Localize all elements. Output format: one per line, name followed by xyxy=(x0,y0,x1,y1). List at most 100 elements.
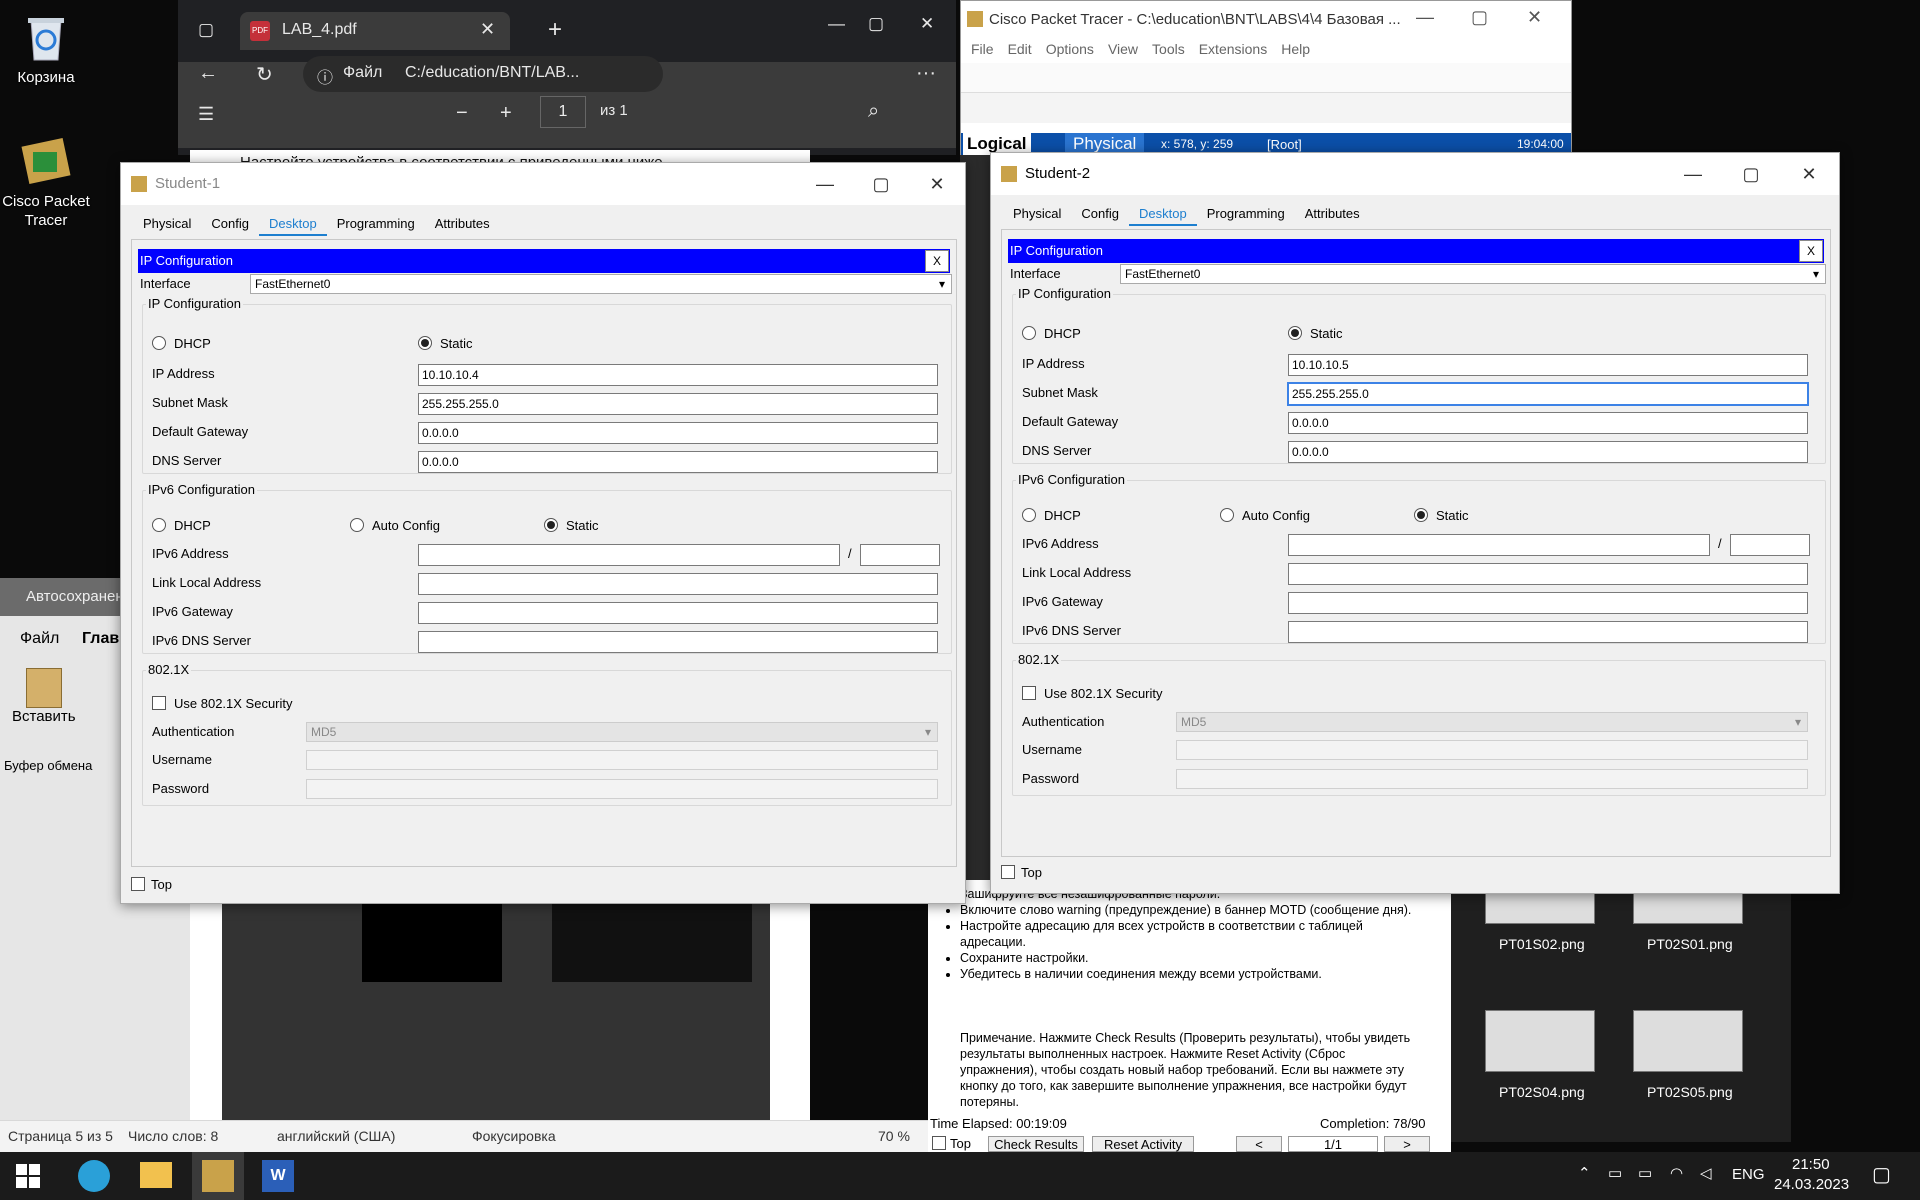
page-number-input[interactable]: 1 xyxy=(540,96,586,128)
subnet-mask-field[interactable]: 255.255.255.0 xyxy=(1287,382,1809,406)
chevron-up-icon[interactable]: ⌃ xyxy=(1578,1164,1591,1182)
close-icon[interactable]: ✕ xyxy=(917,171,957,197)
maximize-icon[interactable]: ▢ xyxy=(1471,7,1488,28)
pt-menu-item[interactable]: Help xyxy=(1281,41,1310,57)
username-field[interactable] xyxy=(1176,740,1808,760)
pdf-tab[interactable]: PDF LAB_4.pdf ✕ xyxy=(240,12,510,50)
clock-time[interactable]: 21:50 xyxy=(1792,1156,1830,1173)
tab-programming[interactable]: Programming xyxy=(327,213,425,234)
dns-server-field[interactable]: 0.0.0.0 xyxy=(1288,441,1808,463)
minimize-icon[interactable]: — xyxy=(1673,161,1713,187)
maximize-icon[interactable]: ▢ xyxy=(861,171,901,197)
ipv4-static-radio[interactable] xyxy=(418,336,432,350)
prev-page-button[interactable]: < xyxy=(1236,1136,1282,1152)
minimize-icon[interactable]: — xyxy=(805,171,845,197)
use-8021x-checkbox[interactable] xyxy=(152,696,166,710)
word-icon[interactable]: W xyxy=(262,1160,294,1192)
volume-icon[interactable]: ◁ xyxy=(1700,1164,1712,1182)
new-tab-icon[interactable]: + xyxy=(548,16,562,44)
default-gateway-field[interactable]: 0.0.0.0 xyxy=(418,422,938,444)
file-name[interactable]: PT02S04.png xyxy=(1499,1084,1585,1100)
top-checkbox[interactable] xyxy=(932,1136,946,1150)
address-bar[interactable]: ⓘ Файл C:/education/BNT/LAB... xyxy=(303,56,663,92)
ip-address-field[interactable]: 10.10.10.4 xyxy=(418,364,938,386)
ipv4-dhcp-radio[interactable] xyxy=(152,336,166,350)
wifi-icon[interactable]: ◠ xyxy=(1670,1164,1683,1182)
refresh-icon[interactable]: ↻ xyxy=(256,62,273,87)
authentication-select[interactable]: MD5 ▾ xyxy=(1176,712,1808,732)
authentication-select[interactable]: MD5 ▾ xyxy=(306,722,938,742)
word-menu-home[interactable]: Глав xyxy=(82,630,119,648)
tab-close-icon[interactable]: ✕ xyxy=(480,19,495,40)
link-local-field[interactable] xyxy=(1288,563,1808,585)
check-results-button[interactable]: Check Results xyxy=(988,1136,1084,1152)
packet-tracer-taskbar-button[interactable] xyxy=(192,1152,244,1200)
toc-icon[interactable]: ☰ xyxy=(198,104,214,125)
ipv6-dhcp-radio[interactable] xyxy=(1022,508,1036,522)
file-name[interactable]: PT02S05.png xyxy=(1647,1084,1733,1100)
ipv6-static-radio[interactable] xyxy=(1414,508,1428,522)
pt-menu-item[interactable]: Options xyxy=(1046,41,1094,57)
use-8021x-checkbox[interactable] xyxy=(1022,686,1036,700)
subnet-mask-field[interactable]: 255.255.255.0 xyxy=(418,393,938,415)
ipv6-auto-radio[interactable] xyxy=(1220,508,1234,522)
ipv4-static-radio[interactable] xyxy=(1288,326,1302,340)
file-name[interactable]: PT01S02.png xyxy=(1499,936,1585,952)
language-indicator[interactable]: ENG xyxy=(1732,1166,1765,1183)
paste-label[interactable]: Вставить xyxy=(12,708,76,725)
tab-programming[interactable]: Programming xyxy=(1197,203,1295,224)
ipv6-address-field[interactable] xyxy=(1288,534,1710,556)
pt-menu-item[interactable]: View xyxy=(1108,41,1138,57)
file-explorer-icon[interactable] xyxy=(140,1162,172,1188)
back-icon[interactable]: ← xyxy=(198,62,218,85)
maximize-icon[interactable]: ▢ xyxy=(1731,161,1771,187)
notifications-icon[interactable]: ▢ xyxy=(1872,1162,1891,1187)
pt-menu-item[interactable]: Edit xyxy=(1008,41,1032,57)
device-icon[interactable]: ▭ xyxy=(1608,1164,1622,1182)
clock-date[interactable]: 24.03.2023 xyxy=(1774,1176,1849,1193)
ip-config-close-button[interactable]: X xyxy=(925,250,949,272)
next-page-button[interactable]: > xyxy=(1384,1136,1430,1152)
tab-config[interactable]: Config xyxy=(201,213,259,234)
ipv4-dhcp-radio[interactable] xyxy=(1022,326,1036,340)
interface-select[interactable]: FastEthernet0 ▾ xyxy=(1120,264,1826,284)
ipv6-auto-radio[interactable] xyxy=(350,518,364,532)
minimize-icon[interactable]: — xyxy=(828,14,845,34)
thumbnail[interactable] xyxy=(1485,1010,1595,1072)
close-icon[interactable]: ✕ xyxy=(920,14,934,34)
more-icon[interactable]: ··· xyxy=(916,62,936,85)
battery-icon[interactable]: ▭ xyxy=(1638,1164,1652,1182)
ipv6-prefix-field[interactable] xyxy=(860,544,940,566)
thumbnail[interactable] xyxy=(1633,1010,1743,1072)
tab-actions-icon[interactable]: ▢ xyxy=(198,20,214,40)
ipv6-gateway-field[interactable] xyxy=(418,602,938,624)
username-field[interactable] xyxy=(306,750,938,770)
password-field[interactable] xyxy=(1176,769,1808,789)
root-label[interactable]: [Root] xyxy=(1267,137,1302,152)
tab-desktop[interactable]: Desktop xyxy=(259,213,327,236)
ipv6-static-radio[interactable] xyxy=(544,518,558,532)
ipv6-dhcp-radio[interactable] xyxy=(152,518,166,532)
password-field[interactable] xyxy=(306,779,938,799)
search-icon[interactable]: ⌕ xyxy=(868,100,879,123)
zoom-out-icon[interactable]: − xyxy=(456,102,468,125)
top-checkbox[interactable] xyxy=(131,877,145,891)
word-menu-file[interactable]: Файл xyxy=(20,630,59,648)
tab-attributes[interactable]: Attributes xyxy=(1295,203,1370,224)
tab-config[interactable]: Config xyxy=(1071,203,1129,224)
status-focus[interactable]: Фокусировка xyxy=(472,1128,556,1144)
packet-tracer-shortcut[interactable]: Cisco Packet Tracer xyxy=(0,132,92,230)
ipv6-dns-field[interactable] xyxy=(1288,621,1808,643)
link-local-field[interactable] xyxy=(418,573,938,595)
pt-menu-item[interactable]: Tools xyxy=(1152,41,1185,57)
minimize-icon[interactable]: — xyxy=(1416,7,1434,28)
edge-icon[interactable] xyxy=(78,1160,110,1192)
ipv6-dns-field[interactable] xyxy=(418,631,938,653)
ip-config-close-button[interactable]: X xyxy=(1799,240,1823,262)
start-icon[interactable] xyxy=(16,1164,40,1188)
pt-menu-item[interactable]: File xyxy=(971,41,994,57)
dns-server-field[interactable]: 0.0.0.0 xyxy=(418,451,938,473)
ipv6-address-field[interactable] xyxy=(418,544,840,566)
tab-physical[interactable]: Physical xyxy=(1003,203,1071,224)
top-checkbox[interactable] xyxy=(1001,865,1015,879)
